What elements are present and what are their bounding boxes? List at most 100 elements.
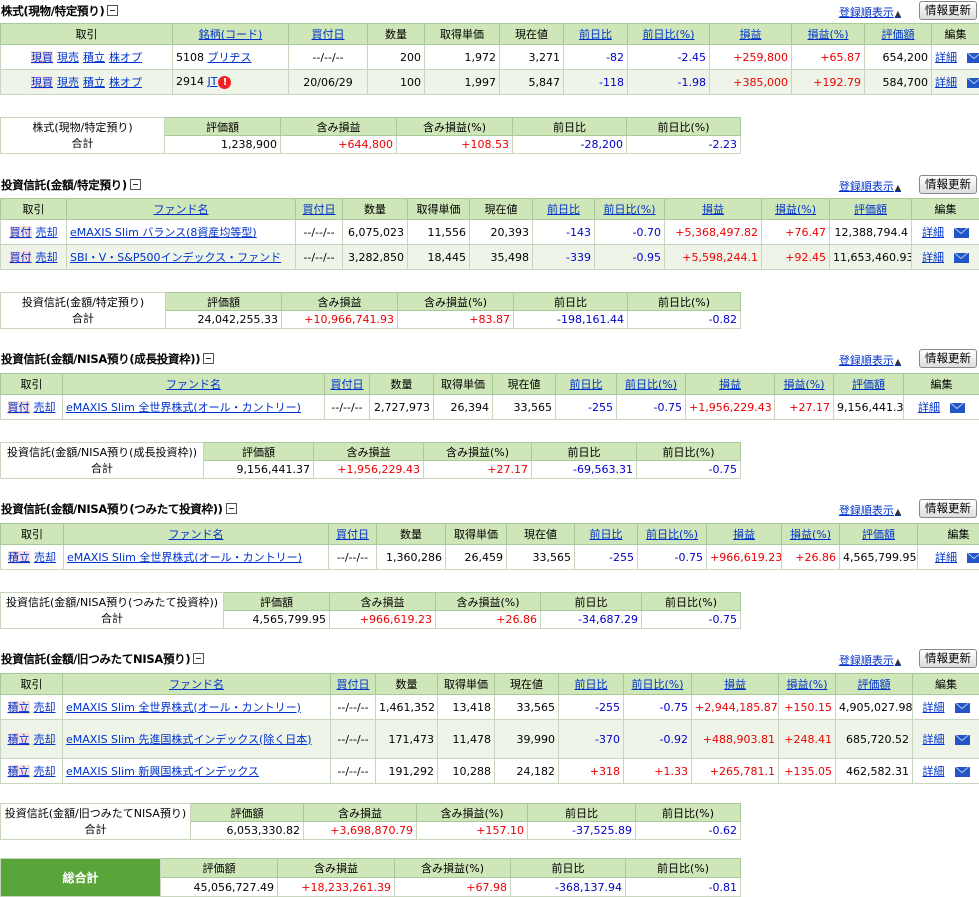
sort-order-link[interactable]: 登録順表示▲ bbox=[839, 502, 901, 518]
col-name[interactable]: ファンド名 bbox=[67, 199, 296, 220]
col-plp[interactable]: 損益(%) bbox=[782, 524, 840, 545]
col-chgp[interactable]: 前日比(%) bbox=[595, 199, 665, 220]
col-pl[interactable]: 損益 bbox=[692, 674, 779, 695]
col-name[interactable]: ファンド名 bbox=[63, 674, 331, 695]
fund-name-link[interactable]: eMAXIS Slim 全世界株式(オール・カントリー) bbox=[67, 551, 302, 564]
detail-link[interactable]: 詳細 bbox=[923, 765, 945, 778]
col-plp[interactable]: 損益(%) bbox=[779, 674, 836, 695]
accumulate-link[interactable]: 積立 bbox=[8, 765, 30, 778]
spot-sell-link[interactable]: 現売 bbox=[57, 76, 79, 89]
update-button[interactable]: 情報更新 bbox=[919, 175, 977, 194]
sell-link[interactable]: 売却 bbox=[34, 401, 56, 414]
col-chg[interactable]: 前日比 bbox=[556, 374, 617, 395]
col-val[interactable]: 評価額 bbox=[834, 374, 904, 395]
sell-link[interactable]: 売却 bbox=[36, 251, 58, 264]
accumulate-link[interactable]: 積立 bbox=[8, 733, 30, 746]
stock-option-link[interactable]: 株オプ bbox=[109, 76, 142, 89]
mail-icon[interactable] bbox=[955, 767, 970, 777]
sell-link[interactable]: 売却 bbox=[34, 701, 56, 714]
spot-buy-link[interactable]: 現買 bbox=[31, 51, 53, 64]
sort-order-link[interactable]: 登録順表示▲ bbox=[839, 352, 901, 368]
col-chg[interactable]: 前日比 bbox=[533, 199, 595, 220]
collapse-toggle-icon[interactable] bbox=[193, 653, 204, 664]
collapse-toggle-icon[interactable] bbox=[226, 503, 237, 514]
stock-name-link[interactable]: JT bbox=[208, 75, 218, 88]
fund-name-link[interactable]: eMAXIS Slim 全世界株式(オール・カントリー) bbox=[66, 701, 301, 714]
detail-link[interactable]: 詳細 bbox=[935, 51, 957, 64]
buy-link[interactable]: 買付 bbox=[8, 401, 30, 414]
col-val[interactable]: 評価額 bbox=[865, 24, 932, 45]
update-button[interactable]: 情報更新 bbox=[919, 499, 977, 518]
col-pl[interactable]: 損益 bbox=[665, 199, 762, 220]
col-chg[interactable]: 前日比 bbox=[564, 24, 628, 45]
detail-link[interactable]: 詳細 bbox=[935, 76, 957, 89]
col-name[interactable]: ファンド名 bbox=[63, 374, 325, 395]
detail-link[interactable]: 詳細 bbox=[922, 226, 944, 239]
mail-icon[interactable] bbox=[967, 78, 979, 88]
fund-name-link[interactable]: eMAXIS Slim 新興国株式インデックス bbox=[66, 765, 259, 778]
col-val[interactable]: 評価額 bbox=[840, 524, 918, 545]
sell-link[interactable]: 売却 bbox=[36, 226, 58, 239]
fund-name-link[interactable]: SBI・V・S&P500インデックス・ファンド bbox=[70, 251, 281, 264]
update-button[interactable]: 情報更新 bbox=[919, 649, 977, 668]
col-plp[interactable]: 損益(%) bbox=[762, 199, 830, 220]
sort-order-link[interactable]: 登録順表示▲ bbox=[839, 178, 901, 194]
sell-link[interactable]: 売却 bbox=[34, 733, 56, 746]
spot-sell-link[interactable]: 現売 bbox=[57, 51, 79, 64]
col-name[interactable]: ファンド名 bbox=[64, 524, 329, 545]
accumulate-link[interactable]: 積立 bbox=[83, 51, 105, 64]
sort-order-link[interactable]: 登録順表示▲ bbox=[839, 4, 901, 20]
update-button[interactable]: 情報更新 bbox=[919, 1, 977, 20]
buy-link[interactable]: 買付 bbox=[10, 226, 32, 239]
spot-buy-link[interactable]: 現買 bbox=[31, 76, 53, 89]
alert-icon[interactable]: ! bbox=[218, 76, 231, 89]
accumulate-link[interactable]: 積立 bbox=[8, 701, 30, 714]
mail-icon[interactable] bbox=[967, 53, 979, 63]
mail-icon[interactable] bbox=[954, 228, 969, 238]
col-pl[interactable]: 損益 bbox=[710, 24, 792, 45]
col-date[interactable]: 買付日 bbox=[296, 199, 343, 220]
col-plp[interactable]: 損益(%) bbox=[775, 374, 834, 395]
col-chgp[interactable]: 前日比(%) bbox=[617, 374, 686, 395]
mail-icon[interactable] bbox=[955, 735, 970, 745]
col-date[interactable]: 買付日 bbox=[331, 674, 376, 695]
fund-name-link[interactable]: eMAXIS Slim 全世界株式(オール・カントリー) bbox=[66, 401, 301, 414]
accumulate-link[interactable]: 積立 bbox=[8, 551, 30, 564]
mail-icon[interactable] bbox=[955, 703, 970, 713]
collapse-toggle-icon[interactable] bbox=[203, 353, 214, 364]
fund-name-link[interactable]: eMAXIS Slim バランス(8資産均等型) bbox=[70, 226, 257, 239]
collapse-toggle-icon[interactable] bbox=[107, 5, 118, 16]
col-plp[interactable]: 損益(%) bbox=[792, 24, 865, 45]
col-val[interactable]: 評価額 bbox=[836, 674, 913, 695]
sell-link[interactable]: 売却 bbox=[34, 551, 56, 564]
detail-link[interactable]: 詳細 bbox=[922, 251, 944, 264]
accumulate-link[interactable]: 積立 bbox=[83, 76, 105, 89]
stock-name-link[interactable]: ブリヂス bbox=[208, 51, 252, 64]
detail-link[interactable]: 詳細 bbox=[923, 733, 945, 746]
col-chg[interactable]: 前日比 bbox=[559, 674, 624, 695]
mail-icon[interactable] bbox=[967, 553, 979, 563]
col-chgp[interactable]: 前日比(%) bbox=[624, 674, 692, 695]
col-val[interactable]: 評価額 bbox=[830, 199, 912, 220]
col-chg[interactable]: 前日比 bbox=[575, 524, 638, 545]
col-date[interactable]: 買付日 bbox=[289, 24, 368, 45]
col-date[interactable]: 買付日 bbox=[329, 524, 377, 545]
buy-link[interactable]: 買付 bbox=[10, 251, 32, 264]
detail-link[interactable]: 詳細 bbox=[918, 401, 940, 414]
detail-link[interactable]: 詳細 bbox=[935, 551, 957, 564]
update-button[interactable]: 情報更新 bbox=[919, 349, 977, 368]
col-chgp[interactable]: 前日比(%) bbox=[628, 24, 710, 45]
collapse-toggle-icon[interactable] bbox=[130, 179, 141, 190]
fund-name-link[interactable]: eMAXIS Slim 先進国株式インデックス(除く日本) bbox=[66, 733, 312, 746]
detail-link[interactable]: 詳細 bbox=[923, 701, 945, 714]
sell-link[interactable]: 売却 bbox=[34, 765, 56, 778]
mail-icon[interactable] bbox=[954, 253, 969, 263]
col-name[interactable]: 銘柄(コード) bbox=[173, 24, 289, 45]
col-chgp[interactable]: 前日比(%) bbox=[638, 524, 707, 545]
mail-icon[interactable] bbox=[950, 403, 965, 413]
col-pl[interactable]: 損益 bbox=[707, 524, 782, 545]
stock-option-link[interactable]: 株オプ bbox=[109, 51, 142, 64]
col-pl[interactable]: 損益 bbox=[686, 374, 775, 395]
col-date[interactable]: 買付日 bbox=[325, 374, 370, 395]
sort-order-link[interactable]: 登録順表示▲ bbox=[839, 652, 901, 668]
